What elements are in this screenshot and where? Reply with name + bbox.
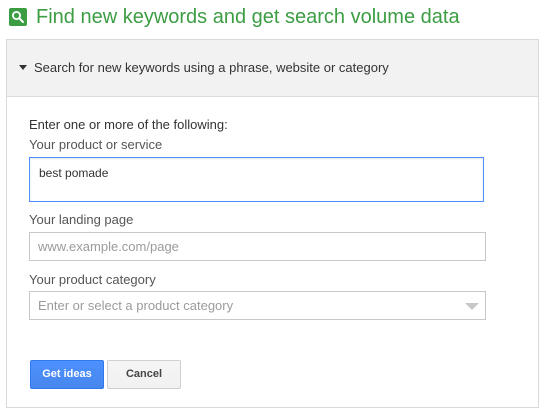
panel-header-label: Search for new keywords using a phrase, …: [34, 60, 389, 75]
search-icon: [9, 8, 27, 26]
page-header: Find new keywords and get search volume …: [0, 0, 547, 38]
product-input[interactable]: best pomade: [29, 157, 484, 202]
product-label: Your product or service: [29, 137, 163, 152]
form-intro: Enter one or more of the following:: [29, 117, 228, 132]
caret-down-icon: [19, 65, 27, 70]
cancel-button[interactable]: Cancel: [107, 360, 181, 389]
landing-page-input[interactable]: [29, 232, 486, 261]
keyword-search-panel: Search for new keywords using a phrase, …: [6, 39, 539, 408]
get-ideas-button[interactable]: Get ideas: [30, 360, 104, 389]
product-category-label: Your product category: [29, 272, 156, 287]
product-category-select[interactable]: Enter or select a product category: [29, 291, 486, 320]
panel-toggle[interactable]: Search for new keywords using a phrase, …: [7, 40, 538, 97]
dropdown-arrow-icon[interactable]: [465, 303, 479, 310]
landing-page-label: Your landing page: [29, 212, 134, 227]
page-title: Find new keywords and get search volume …: [36, 6, 460, 28]
category-placeholder: Enter or select a product category: [38, 298, 234, 313]
